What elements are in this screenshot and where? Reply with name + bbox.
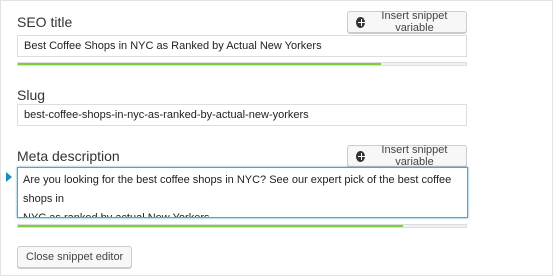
- slug-label: Slug: [17, 87, 46, 103]
- meta-description-label: Meta description: [17, 148, 120, 164]
- seo-title-label: SEO title: [17, 14, 73, 30]
- insert-snippet-variable-label: Insert snippet variable: [381, 144, 448, 168]
- meta-description-progress-bar: [17, 224, 467, 228]
- seo-title-insert-snippet-variable-button[interactable]: Insert snippet variable: [347, 10, 467, 34]
- insert-snippet-variable-label: Insert snippet variable: [381, 10, 448, 34]
- plus-circle-icon: [356, 150, 365, 162]
- meta-description-textarea[interactable]: Are you looking for the best coffee shop…: [17, 167, 468, 218]
- meta-description-line: NYC as ranked by actual New Yorkers.: [23, 212, 213, 218]
- seo-title-progress-fill: [18, 63, 381, 65]
- meta-description-line: Are you looking for the best coffee shop…: [23, 174, 452, 205]
- triangle-right-icon: [6, 172, 12, 182]
- seo-title-progress-bar: [17, 62, 467, 66]
- slug-input[interactable]: best-coffee-shops-in-nyc-as-ranked-by-ac…: [17, 104, 467, 126]
- close-snippet-editor-button[interactable]: Close snippet editor: [17, 246, 133, 268]
- seo-title-input[interactable]: Best Coffee Shops in NYC as Ranked by Ac…: [17, 35, 467, 57]
- plus-circle-icon: [356, 16, 365, 28]
- meta-description-insert-snippet-variable-button[interactable]: Insert snippet variable: [347, 144, 467, 168]
- meta-description-progress-fill: [18, 225, 404, 227]
- snippet-editor: SEO title Insert snippet variable Best C…: [0, 0, 553, 276]
